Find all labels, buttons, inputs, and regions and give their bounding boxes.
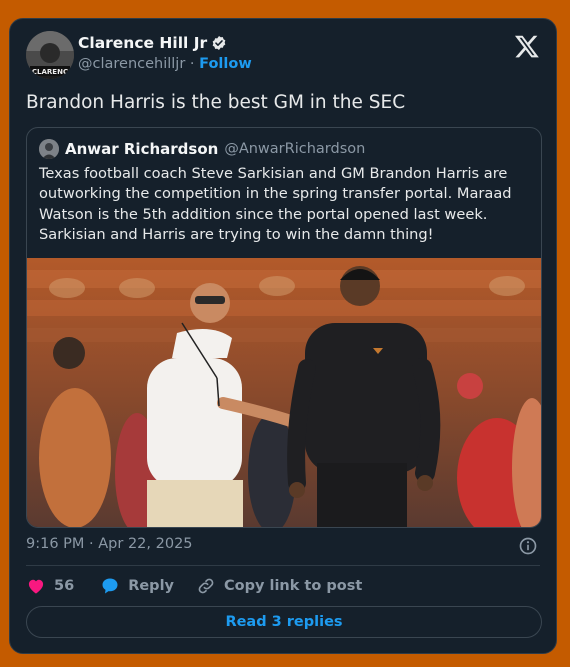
x-logo-icon[interactable] (514, 33, 540, 59)
handle-separator: · (189, 56, 195, 72)
avatar-caption: CLARENC (32, 68, 68, 76)
reply-label: Reply (128, 578, 174, 594)
verified-badge-icon (212, 36, 226, 50)
author-name[interactable]: Clarence Hill Jr (78, 34, 207, 52)
copy-link-button[interactable]: Copy link to post (196, 576, 362, 596)
quoted-author-handle[interactable]: @AnwarRichardson (224, 141, 365, 157)
read-replies-button[interactable]: Read 3 replies (26, 606, 542, 638)
quoted-author-name[interactable]: Anwar Richardson (65, 140, 218, 158)
embedded-post-card: CLARENC Clarence Hill Jr @clarencehilljr… (9, 18, 557, 654)
quoted-post-text: Texas football coach Steve Sarkisian and… (39, 165, 512, 243)
author-avatar-image: CLARENC (26, 31, 74, 79)
heart-icon (28, 579, 44, 594)
author-avatar[interactable]: CLARENC (26, 31, 74, 79)
action-bar: 56 Reply Copy link to post (26, 576, 362, 596)
post-timestamp[interactable]: 9:16 PM · Apr 22, 2025 (26, 536, 193, 552)
follow-button[interactable]: Follow (199, 56, 252, 72)
quoted-post[interactable]: Anwar Richardson @AnwarRichardson Texas … (26, 127, 542, 528)
reply-button[interactable]: Reply (100, 576, 174, 596)
author-handle[interactable]: @clarencehilljr (78, 56, 185, 72)
like-button[interactable]: 56 (26, 576, 74, 596)
author-handle-row: @clarencehilljr · Follow (78, 56, 252, 72)
info-icon[interactable] (518, 536, 538, 556)
post-text: Brandon Harris is the best GM in the SEC (26, 92, 406, 113)
quoted-post-photo[interactable] (27, 258, 542, 528)
post-header: CLARENC Clarence Hill Jr @clarencehilljr… (26, 31, 540, 81)
like-count: 56 (54, 578, 75, 594)
copy-link-label: Copy link to post (224, 578, 363, 594)
quoted-author-avatar[interactable] (39, 139, 59, 159)
reply-bubble-icon (102, 578, 118, 594)
link-icon (198, 578, 214, 594)
divider (26, 565, 540, 566)
